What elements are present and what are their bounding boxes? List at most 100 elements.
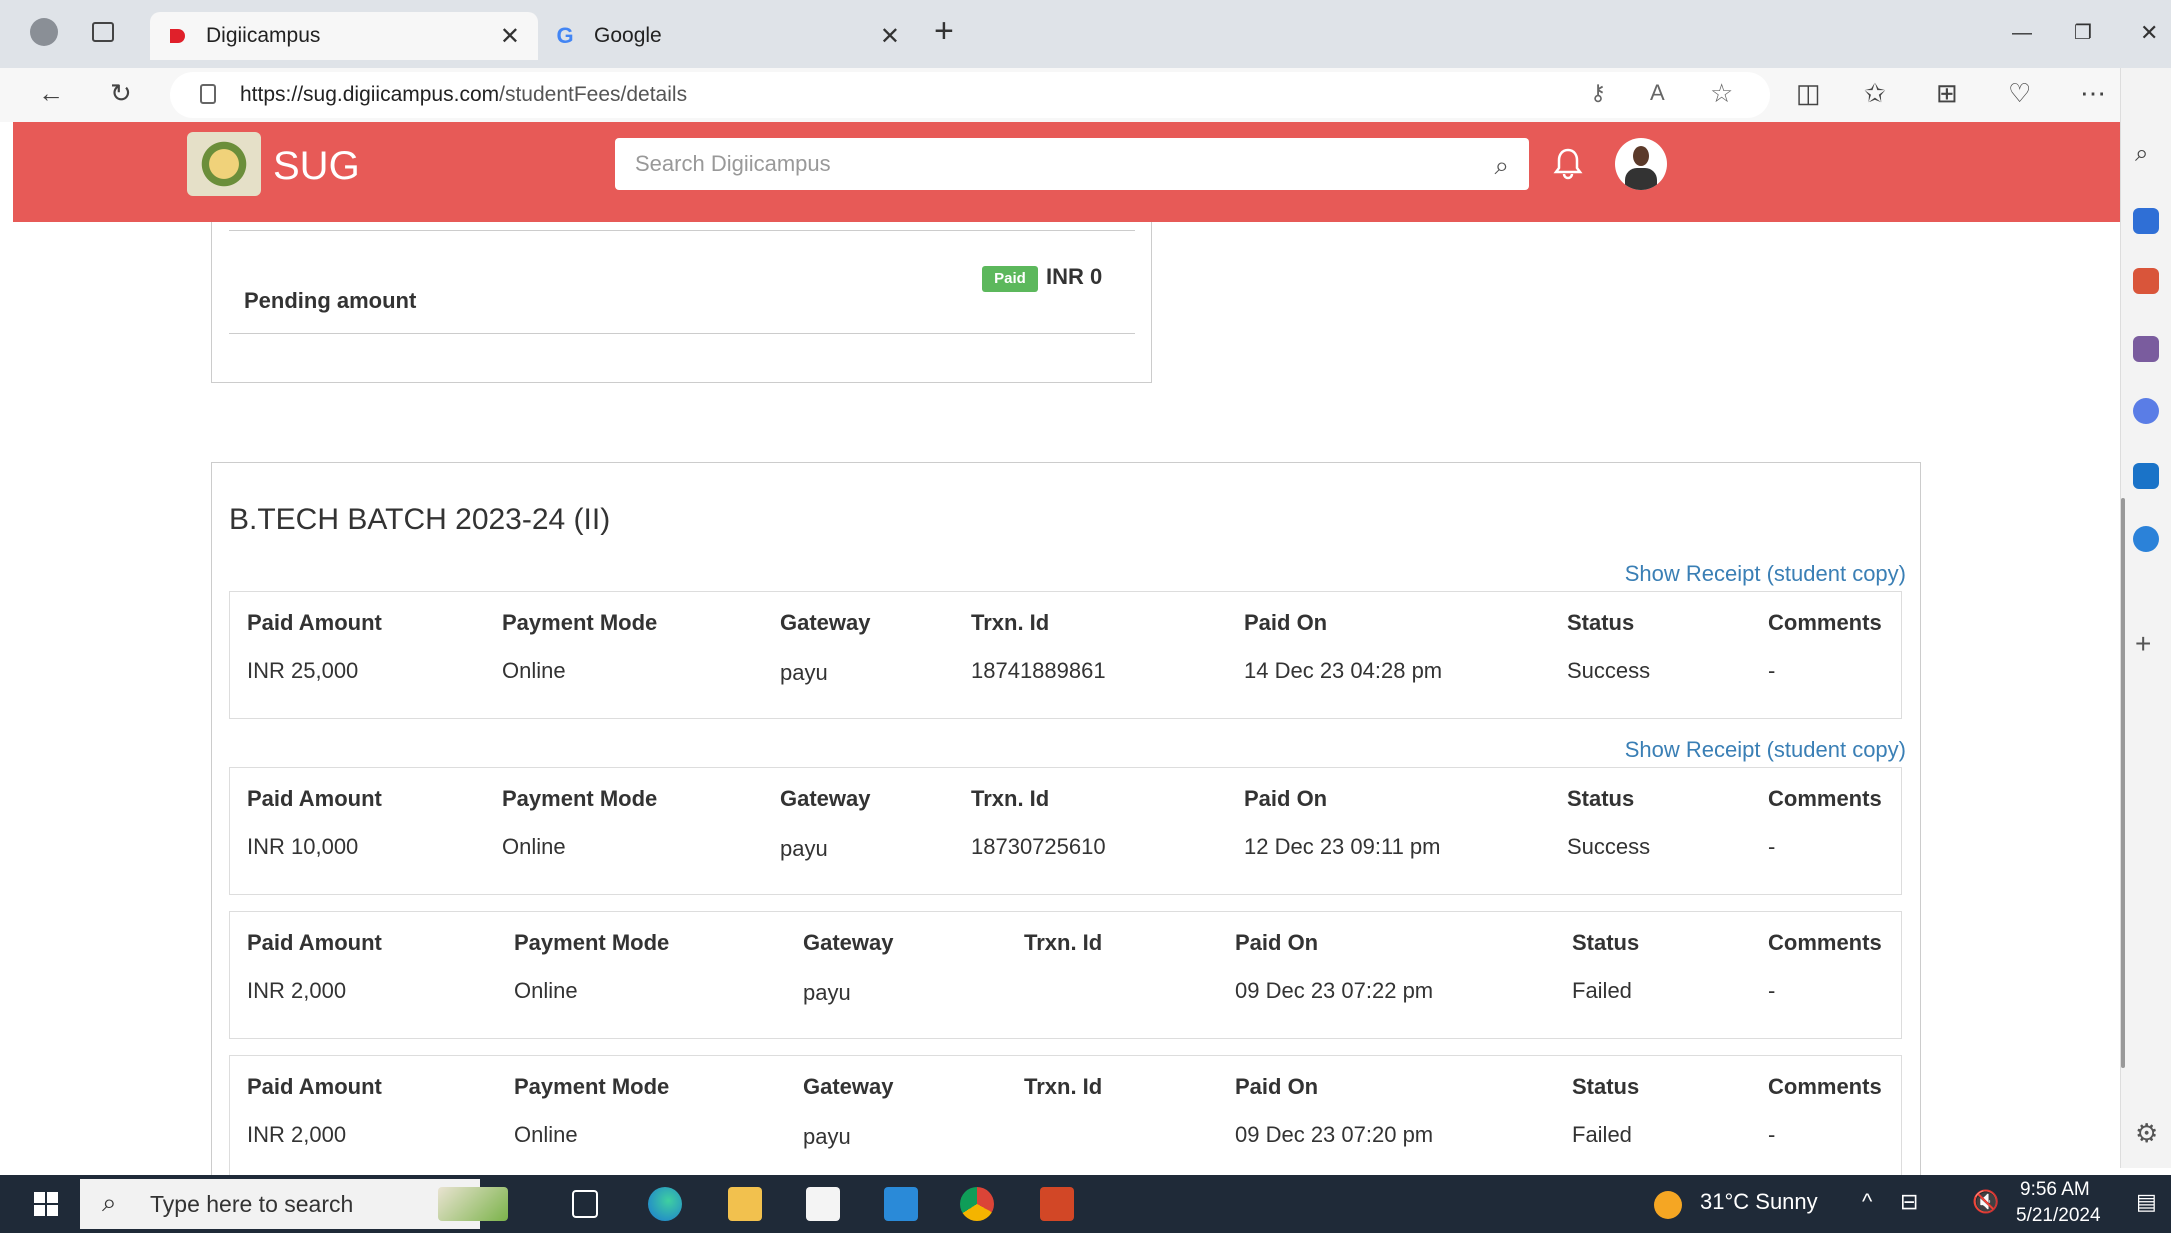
add-sidebar-app-icon[interactable]: + bbox=[2135, 628, 2151, 660]
microsoft-store-icon[interactable] bbox=[806, 1187, 840, 1221]
outlook-icon[interactable] bbox=[2133, 463, 2159, 489]
col-payment-mode: Payment Mode bbox=[502, 786, 658, 811]
pending-amount-label: Pending amount bbox=[244, 288, 417, 313]
volume-muted-icon[interactable]: 🔇 bbox=[1972, 1189, 1999, 1215]
tea-plant-widget-icon[interactable] bbox=[438, 1187, 508, 1221]
search-placeholder: Search Digiicampus bbox=[635, 151, 831, 176]
office-icon[interactable] bbox=[2133, 398, 2159, 424]
col-status: Status bbox=[1572, 930, 1640, 955]
close-tab-icon[interactable]: ✕ bbox=[500, 22, 520, 51]
collections-icon[interactable]: ⊞ bbox=[1936, 78, 1958, 109]
payment-table: Paid Amount Payment Mode Gateway Trxn. I… bbox=[229, 1055, 1902, 1183]
comments-value: - bbox=[1768, 1122, 1776, 1147]
minimize-button[interactable]: — bbox=[2012, 22, 2032, 45]
payment-table: Paid Amount Payment Mode Gateway Trxn. I… bbox=[229, 767, 1902, 895]
more-options-icon[interactable]: ⋯ bbox=[2080, 78, 2106, 109]
search-input[interactable]: Search Digiicampus ⌕ bbox=[615, 138, 1529, 190]
comments-value: - bbox=[1768, 658, 1776, 683]
col-gateway: Gateway bbox=[803, 930, 894, 955]
batch-title: B.TECH BATCH 2023-24 (II) bbox=[229, 503, 611, 536]
notifications-icon[interactable]: ▤ bbox=[2136, 1189, 2157, 1215]
scrollbar-thumb[interactable] bbox=[2121, 498, 2125, 1068]
search-icon[interactable]: ⌕ bbox=[2135, 140, 2148, 168]
favorite-star-icon[interactable]: ☆ bbox=[1710, 78, 1733, 109]
tab-digiicampus[interactable]: Digiicampus ✕ bbox=[150, 12, 538, 60]
paid-amount-value: INR 10,000 bbox=[247, 834, 359, 859]
edge-browser-icon[interactable] bbox=[648, 1187, 682, 1221]
col-paid-on: Paid On bbox=[1244, 786, 1328, 811]
split-screen-icon[interactable]: ◫ bbox=[1796, 78, 1821, 109]
settings-gear-icon[interactable]: ⚙ bbox=[2135, 1118, 2158, 1149]
back-icon[interactable]: ← bbox=[38, 78, 64, 109]
refresh-icon[interactable]: ↻ bbox=[110, 78, 132, 109]
divider bbox=[229, 333, 1135, 334]
close-window-button[interactable]: ✕ bbox=[2140, 20, 2158, 46]
people-icon[interactable] bbox=[2133, 336, 2159, 362]
payment-mode-value: Online bbox=[502, 658, 566, 683]
lock-icon bbox=[200, 84, 216, 104]
status-value: Failed bbox=[1572, 978, 1632, 1003]
col-payment-mode: Payment Mode bbox=[514, 1074, 670, 1099]
col-trxn-id: Trxn. Id bbox=[971, 610, 1050, 635]
url-path: /studentFees/details bbox=[499, 83, 688, 106]
col-gateway: Gateway bbox=[803, 1074, 894, 1099]
windows-start-icon[interactable] bbox=[34, 1192, 58, 1216]
weather-sun-icon[interactable] bbox=[1654, 1191, 1682, 1219]
col-gateway: Gateway bbox=[780, 786, 871, 811]
payment-mode-value: Online bbox=[514, 978, 578, 1003]
paid-status-badge: Paid bbox=[982, 266, 1038, 292]
tab-actions-icon[interactable] bbox=[92, 22, 114, 42]
clock-date[interactable]: 5/21/2024 bbox=[2016, 1205, 2101, 1227]
gateway-value: payu bbox=[803, 1124, 851, 1149]
show-receipt-link[interactable]: Show Receipt (student copy) bbox=[1625, 561, 1906, 587]
search-icon: ⌕ bbox=[102, 1187, 117, 1217]
col-comments: Comments bbox=[1768, 930, 1882, 955]
weather-text[interactable]: 31°C Sunny bbox=[1700, 1189, 1818, 1215]
clock-time[interactable]: 9:56 AM bbox=[2020, 1179, 2090, 1201]
tab-google[interactable]: G Google ✕ bbox=[538, 12, 918, 60]
divider bbox=[229, 230, 1135, 231]
col-payment-mode: Payment Mode bbox=[514, 930, 670, 955]
browser-essentials-icon[interactable]: ♡ bbox=[2008, 78, 2031, 109]
file-explorer-icon[interactable] bbox=[728, 1187, 762, 1221]
col-payment-mode: Payment Mode bbox=[502, 610, 658, 635]
address-bar[interactable]: https://sug.digiicampus.com/studentFees/… bbox=[170, 72, 1770, 118]
status-value: Success bbox=[1567, 658, 1651, 683]
task-view-icon[interactable] bbox=[572, 1190, 598, 1218]
col-status: Status bbox=[1572, 1074, 1640, 1099]
show-receipt-link[interactable]: Show Receipt (student copy) bbox=[1625, 737, 1906, 763]
network-icon[interactable]: ⊟ bbox=[1900, 1189, 1918, 1215]
windows-taskbar: ⌕ Type here to search 31°C Sunny ^ ⊟ 🔇 9… bbox=[0, 1175, 2171, 1233]
university-logo[interactable] bbox=[187, 132, 261, 196]
paid-on-value: 09 Dec 23 07:20 pm bbox=[1235, 1122, 1434, 1147]
paid-amount-value: INR 2,000 bbox=[247, 978, 347, 1003]
close-tab-icon[interactable]: ✕ bbox=[880, 22, 900, 51]
search-icon[interactable]: ⌕ bbox=[1494, 150, 1509, 182]
telegram-icon[interactable] bbox=[2133, 526, 2159, 552]
powerpoint-icon[interactable] bbox=[1040, 1187, 1074, 1221]
favorites-icon[interactable]: ✩ bbox=[1864, 78, 1886, 109]
url-host: https://sug.digiicampus.com bbox=[240, 83, 500, 106]
new-tab-button[interactable]: + bbox=[934, 12, 954, 51]
taskbar-search-input[interactable]: ⌕ Type here to search bbox=[80, 1179, 480, 1229]
key-icon[interactable]: ⚷ bbox=[1590, 80, 1606, 106]
paid-on-value: 09 Dec 23 07:22 pm bbox=[1235, 978, 1434, 1003]
shopping-tag-icon[interactable] bbox=[2133, 208, 2159, 234]
paid-on-value: 14 Dec 23 04:28 pm bbox=[1244, 658, 1443, 683]
notification-bell-icon[interactable] bbox=[1551, 146, 1585, 180]
tray-chevron-icon[interactable]: ^ bbox=[1862, 1189, 1872, 1215]
col-trxn-id: Trxn. Id bbox=[1024, 930, 1103, 955]
site-header: SUG Search Digiicampus ⌕ bbox=[13, 122, 2120, 222]
chrome-icon[interactable] bbox=[960, 1187, 994, 1221]
read-aloud-icon[interactable]: A bbox=[1650, 80, 1665, 106]
profile-icon[interactable] bbox=[30, 18, 58, 46]
brand-name[interactable]: SUG bbox=[273, 144, 360, 189]
user-avatar[interactable] bbox=[1615, 138, 1667, 190]
mail-icon[interactable] bbox=[884, 1187, 918, 1221]
col-comments: Comments bbox=[1768, 1074, 1882, 1099]
col-paid-on: Paid On bbox=[1235, 1074, 1319, 1099]
tools-briefcase-icon[interactable] bbox=[2133, 268, 2159, 294]
payment-mode-value: Online bbox=[502, 834, 566, 859]
paid-amount-value: INR 2,000 bbox=[247, 1122, 347, 1147]
restore-button[interactable]: ❐ bbox=[2074, 20, 2092, 45]
